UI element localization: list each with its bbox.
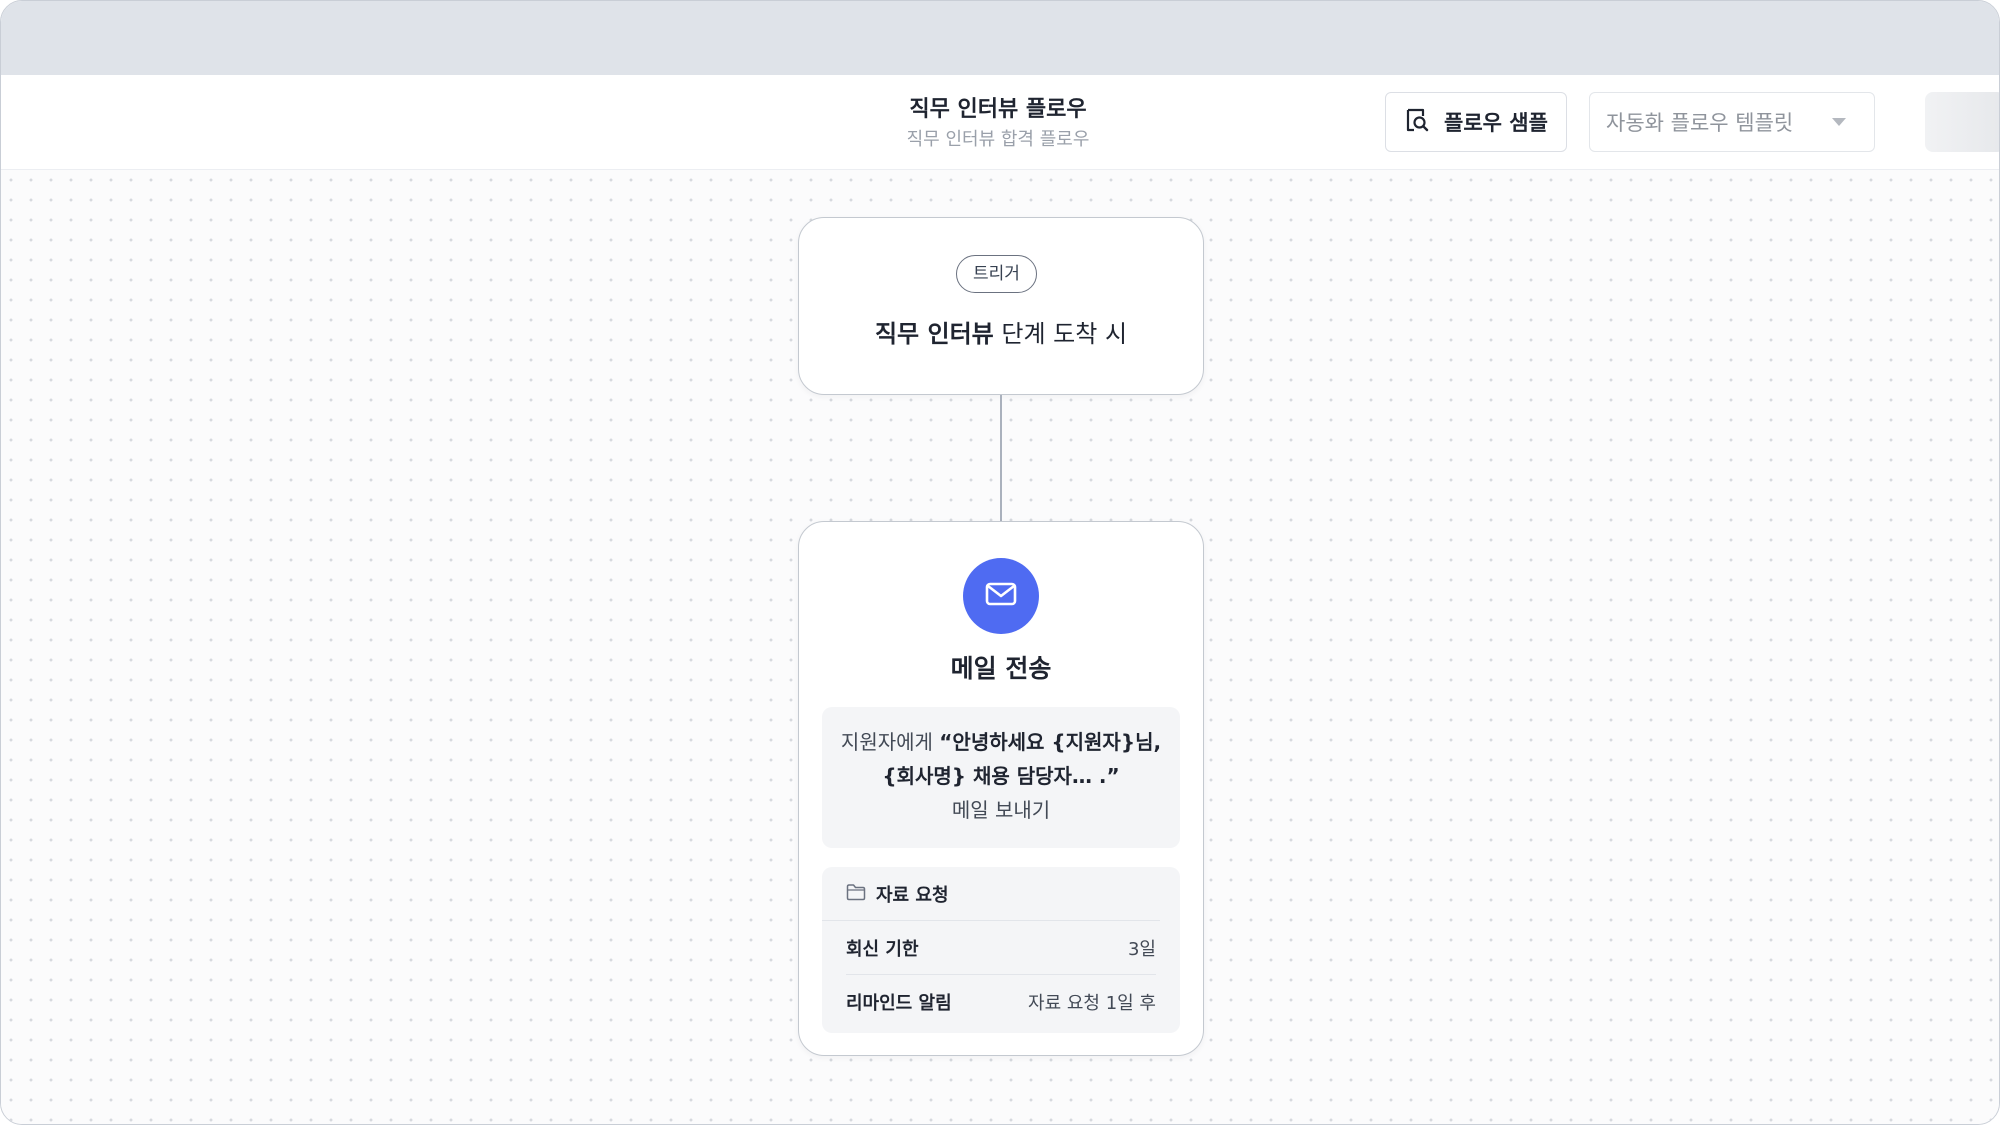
automation-template-select[interactable]: 자동화 플로우 템플릿 <box>1589 92 1875 152</box>
folder-icon <box>846 883 866 905</box>
mail-node-title: 메일 전송 <box>950 654 1052 683</box>
send-mail-node[interactable]: 메일 전송 지원자에게 “안녕하세요 {지원자}님, {회사명} 채용 담당자…… <box>798 521 1204 1056</box>
flow-subtitle: 직무 인터뷰 합격 플로우 <box>906 129 1090 150</box>
window-titlebar <box>1 1 1999 75</box>
flow-title-block: 직무 인터뷰 플로우 직무 인터뷰 합격 플로우 <box>898 95 1098 153</box>
app-window: 직무 인터뷰 플로우 직무 인터뷰 합격 플로우 플로우 샘플 자동화 플로우 … <box>0 0 2000 1125</box>
mail-icon-badge <box>963 558 1039 634</box>
mail-message-prefix: 지원자에게 <box>840 730 940 754</box>
reminder-value: 자료 요청 1일 후 <box>1028 992 1156 1014</box>
deadline-label: 회신 기한 <box>846 938 919 960</box>
request-row-reminder: 리마인드 알림 자료 요청 1일 후 <box>846 974 1156 1028</box>
mail-message-suffix: 메일 보내기 <box>951 798 1051 822</box>
trigger-badge: 트리거 <box>956 255 1037 293</box>
flow-sample-label: 플로우 샘플 <box>1444 111 1548 135</box>
trigger-node[interactable]: 트리거 직무 인터뷰 단계 도착 시 <box>798 217 1204 395</box>
request-row-deadline: 회신 기한 3일 <box>846 921 1156 974</box>
flow-title: 직무 인터뷰 플로우 <box>909 97 1087 122</box>
flow-sample-button[interactable]: 플로우 샘플 <box>1385 92 1567 152</box>
mail-icon <box>984 580 1018 612</box>
flow-canvas[interactable]: 트리거 직무 인터뷰 단계 도착 시 메일 전송 지원자에게 “안녕하세요 {지… <box>1 170 1999 1124</box>
document-request-panel: 자료 요청 회신 기한 3일 리마인드 알림 자료 요청 1일 후 <box>822 867 1180 1033</box>
document-request-header: 자료 요청 <box>822 867 1160 921</box>
flow-header: 직무 인터뷰 플로우 직무 인터뷰 합격 플로우 플로우 샘플 자동화 플로우 … <box>1 75 1999 170</box>
document-request-title: 자료 요청 <box>876 884 949 906</box>
trigger-condition-text: 단계 도착 시 <box>993 320 1128 348</box>
trigger-stage-name: 직무 인터뷰 <box>874 320 994 348</box>
header-action-button[interactable] <box>1925 92 1999 152</box>
trigger-condition: 직무 인터뷰 단계 도착 시 <box>799 314 1203 349</box>
chevron-down-icon <box>1832 118 1846 126</box>
template-select-value: 자동화 플로우 템플릿 <box>1606 111 1794 135</box>
mail-message-summary: 지원자에게 “안녕하세요 {지원자}님, {회사명} 채용 담당자… .” 메일… <box>822 707 1180 848</box>
deadline-value: 3일 <box>1127 938 1156 960</box>
reminder-label: 리마인드 알림 <box>846 992 952 1014</box>
search-document-icon <box>1404 107 1430 137</box>
